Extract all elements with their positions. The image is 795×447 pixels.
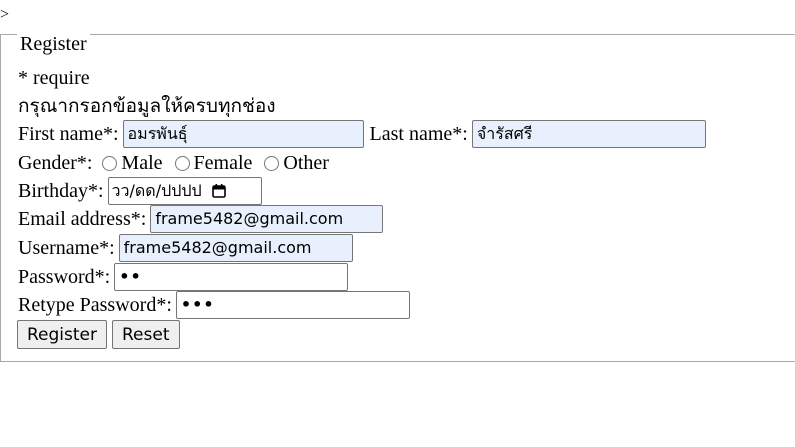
reset-button[interactable]: Reset — [112, 320, 180, 349]
gender-female-label: Female — [193, 151, 253, 174]
username-input[interactable]: frame5482@gmail.com — [118, 234, 353, 262]
email-label: Email address*: — [18, 207, 147, 230]
last-name-label: Last name*: — [369, 122, 468, 145]
calendar-icon[interactable] — [211, 184, 226, 198]
first-name-label: First name*: — [18, 122, 119, 145]
retype-password-label: Retype Password*: — [18, 293, 172, 316]
fieldset-legend: Register — [17, 34, 90, 54]
first-name-value: อมรพันธุ์ — [127, 124, 188, 143]
birthday-label: Birthday*: — [18, 179, 104, 202]
gender-male-label: Male — [121, 151, 163, 174]
last-name-input[interactable]: จำรัสศรี — [471, 120, 706, 148]
register-button[interactable]: Register — [17, 320, 107, 349]
gender-female-radio[interactable] — [174, 155, 190, 171]
email-input[interactable]: frame5482@gmail.com — [150, 205, 384, 233]
password-mask: •• — [119, 267, 142, 286]
password-label: Password*: — [18, 265, 111, 288]
instruction-text: กรุณากรอกข้อมูลให้ครบทุกช่อง — [18, 95, 276, 117]
gender-male-radio[interactable] — [102, 155, 118, 171]
gender-label: Gender*: — [18, 151, 93, 174]
birthday-placeholder: วว/ดด/ปปปป — [111, 181, 202, 200]
username-value: frame5482@gmail.com — [123, 238, 312, 257]
retype-password-input[interactable]: ••• — [175, 291, 410, 319]
last-name-value: จำรัสศรี — [476, 124, 533, 143]
register-fieldset: Register * require กรุณากรอกข้อมูลให้ครบ… — [0, 34, 795, 362]
first-name-input[interactable]: อมรพันธุ์ — [122, 120, 364, 148]
gender-other-radio[interactable] — [264, 155, 280, 171]
birthday-input[interactable]: วว/ดด/ปปปป — [107, 177, 262, 205]
require-note: * require — [18, 66, 90, 89]
gender-other-label: Other — [283, 151, 329, 174]
stray-text: > — [0, 6, 10, 23]
email-value: frame5482@gmail.com — [155, 209, 344, 228]
username-label: Username*: — [18, 236, 115, 259]
password-input[interactable]: •• — [114, 263, 349, 291]
retype-password-mask: ••• — [180, 295, 215, 314]
